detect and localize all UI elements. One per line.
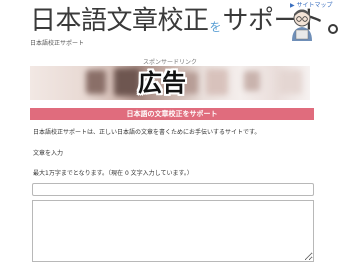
text-input-label: 文章を入力 <box>33 150 64 157</box>
title-input[interactable] <box>32 183 314 196</box>
ad-banner[interactable]: 広告 <box>30 66 310 100</box>
text-input-area[interactable] <box>32 200 314 262</box>
logo-text-main: 日本語文章校正 <box>30 6 209 36</box>
site-subtitle: 日本語校正サポート <box>30 40 85 47</box>
logo-period-icon <box>326 18 340 36</box>
sponsored-link-label: スポンサードリンク <box>142 59 197 66</box>
mascot-icon <box>292 9 312 41</box>
character-limit-note: 最大1万字までとなります。（現在 0 文字入力しています。） <box>33 170 193 177</box>
logo-text-connector: を <box>209 20 222 34</box>
ad-text: 広告 <box>138 69 186 97</box>
section-title-bar: 日本語の文章校正をサポート <box>30 108 314 120</box>
site-description: 日本語校正サポートは、正しい日本語の文章を書くためにお手伝いするサイトです。 <box>33 129 261 136</box>
